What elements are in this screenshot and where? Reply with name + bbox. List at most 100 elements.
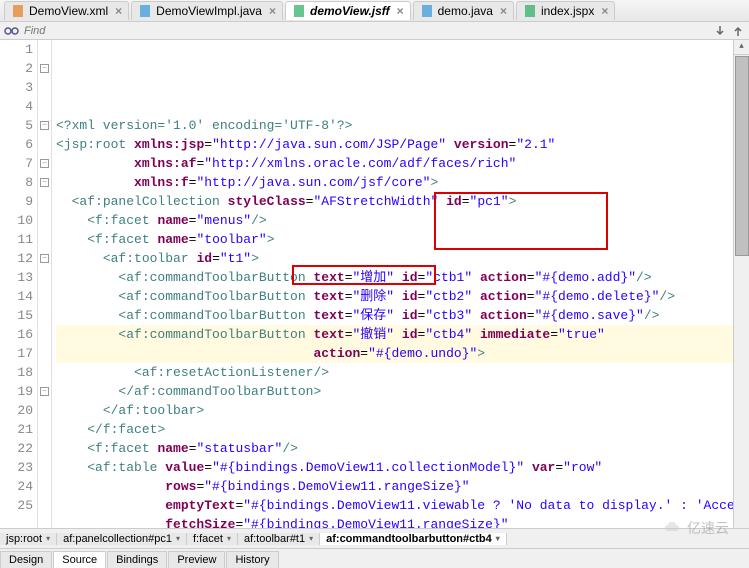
code-line[interactable]: <af:resetActionListener/> <box>56 363 749 382</box>
code-line[interactable]: xmlns:af="http://xmlns.oracle.com/adf/fa… <box>56 154 749 173</box>
fold-cell <box>38 477 51 496</box>
find-input[interactable] <box>24 25 709 37</box>
fold-cell <box>38 268 51 287</box>
breadcrumb-item[interactable]: af:panelcollection#pc1 <box>57 533 187 545</box>
fold-cell <box>38 439 51 458</box>
close-icon[interactable]: × <box>397 4 404 18</box>
tab-DemoView-xml[interactable]: DemoView.xml × <box>4 1 129 20</box>
close-icon[interactable]: × <box>601 4 608 18</box>
code-line[interactable]: </f:facet> <box>56 420 749 439</box>
code-line[interactable]: </af:toolbar> <box>56 401 749 420</box>
fold-cell <box>38 78 51 97</box>
breadcrumb-item[interactable]: f:facet <box>187 533 238 545</box>
scroll-up-icon[interactable]: ▴ <box>734 40 749 55</box>
view-tab-preview[interactable]: Preview <box>168 551 225 568</box>
code-line[interactable]: <af:panelCollection styleClass="AFStretc… <box>56 192 749 211</box>
view-tabs: DesignSourceBindingsPreviewHistory <box>0 548 749 568</box>
tab-DemoViewImpl-java[interactable]: DemoViewImpl.java × <box>131 1 283 20</box>
fold-cell <box>38 192 51 211</box>
breadcrumb-item[interactable]: af:commandtoolbarbutton#ctb4 <box>320 533 507 545</box>
code-line[interactable]: <jsp:root xmlns:jsp="http://java.sun.com… <box>56 135 749 154</box>
fold-cell[interactable]: − <box>38 249 51 268</box>
fold-minus-icon[interactable]: − <box>40 254 49 263</box>
tab-label: DemoViewImpl.java <box>156 4 262 18</box>
fold-cell <box>38 496 51 515</box>
find-icon[interactable] <box>4 24 20 38</box>
view-tab-source[interactable]: Source <box>53 551 106 568</box>
tab-label: demoView.jsff <box>310 4 390 18</box>
code-line[interactable]: <?xml version='1.0' encoding='UTF-8'?> <box>56 116 749 135</box>
fold-cell <box>38 458 51 477</box>
fold-cell[interactable]: − <box>38 173 51 192</box>
jsp-file-icon <box>523 4 537 18</box>
line-number: 13 <box>0 268 33 287</box>
fold-minus-icon[interactable]: − <box>40 121 49 130</box>
view-tab-bindings[interactable]: Bindings <box>107 551 167 568</box>
line-number: 20 <box>0 401 33 420</box>
line-number: 11 <box>0 230 33 249</box>
code-line[interactable]: <af:commandToolbarButton text="撤销" id="c… <box>56 325 749 344</box>
view-tab-history[interactable]: History <box>226 551 278 568</box>
line-number: 16 <box>0 325 33 344</box>
fold-cell[interactable]: − <box>38 154 51 173</box>
line-number: 21 <box>0 420 33 439</box>
code-line[interactable]: <af:commandToolbarButton text="保存" id="c… <box>56 306 749 325</box>
scroll-thumb[interactable] <box>735 56 749 256</box>
cloud-icon <box>663 521 683 535</box>
breadcrumb-item[interactable]: jsp:root <box>0 533 57 545</box>
line-number: 24 <box>0 477 33 496</box>
line-number: 23 <box>0 458 33 477</box>
close-icon[interactable]: × <box>500 4 507 18</box>
line-number: 9 <box>0 192 33 211</box>
java-file-icon <box>420 4 434 18</box>
line-number: 15 <box>0 306 33 325</box>
fold-cell <box>38 135 51 154</box>
code-area[interactable]: <?xml version='1.0' encoding='UTF-8'?><j… <box>52 40 749 528</box>
code-line[interactable]: <af:toolbar id="t1"> <box>56 249 749 268</box>
tab-label: DemoView.xml <box>29 4 108 18</box>
line-number: 8 <box>0 173 33 192</box>
tab-demo-java[interactable]: demo.java × <box>413 1 514 20</box>
breadcrumb-bar: jsp:rootaf:panelcollection#pc1f:facetaf:… <box>0 528 749 548</box>
line-number: 4 <box>0 97 33 116</box>
fold-minus-icon[interactable]: − <box>40 159 49 168</box>
code-line[interactable]: rows="#{bindings.DemoView11.rangeSize}" <box>56 477 749 496</box>
code-line[interactable]: xmlns:f="http://java.sun.com/jsf/core"> <box>56 173 749 192</box>
xml-file-icon <box>11 4 25 18</box>
breadcrumb-item[interactable]: af:toolbar#t1 <box>238 533 320 545</box>
fold-cell[interactable]: − <box>38 116 51 135</box>
fold-minus-icon[interactable]: − <box>40 64 49 73</box>
tab-demoView-jsff[interactable]: demoView.jsff × <box>285 1 411 20</box>
fold-gutter[interactable]: − − − − − − <box>38 40 52 528</box>
find-up-icon[interactable] <box>731 24 745 38</box>
fold-minus-icon[interactable]: − <box>40 387 49 396</box>
tab-label: demo.java <box>438 4 493 18</box>
fold-cell[interactable]: − <box>38 382 51 401</box>
fold-cell <box>38 401 51 420</box>
vertical-scrollbar[interactable]: ▴ <box>733 40 749 528</box>
code-line[interactable]: <f:facet name="statusbar"/> <box>56 439 749 458</box>
fold-cell <box>38 97 51 116</box>
code-line[interactable]: <af:commandToolbarButton text="删除" id="c… <box>56 287 749 306</box>
code-editor[interactable]: 1234567891011121314151617181920212223242… <box>0 40 749 528</box>
code-line[interactable]: <f:facet name="toolbar"> <box>56 230 749 249</box>
fold-minus-icon[interactable]: − <box>40 178 49 187</box>
fold-cell[interactable]: − <box>38 59 51 78</box>
code-line[interactable]: </af:commandToolbarButton> <box>56 382 749 401</box>
tab-index-jspx[interactable]: index.jspx× <box>516 1 615 20</box>
code-line[interactable]: <af:table value="#{bindings.DemoView11.c… <box>56 458 749 477</box>
code-line[interactable]: emptyText="#{bindings.DemoView11.viewabl… <box>56 496 749 515</box>
fold-cell <box>38 325 51 344</box>
view-tab-design[interactable]: Design <box>0 551 52 568</box>
find-down-icon[interactable] <box>713 24 727 38</box>
line-number: 7 <box>0 154 33 173</box>
code-line[interactable]: <f:facet name="menus"/> <box>56 211 749 230</box>
line-number: 18 <box>0 363 33 382</box>
code-line[interactable]: <af:commandToolbarButton text="增加" id="c… <box>56 268 749 287</box>
close-icon[interactable]: × <box>115 4 122 18</box>
close-icon[interactable]: × <box>269 4 276 18</box>
code-line[interactable]: fetchSize="#{bindings.DemoView11.rangeSi… <box>56 515 749 528</box>
line-number: 6 <box>0 135 33 154</box>
code-line[interactable]: action="#{demo.undo}"> <box>56 344 749 363</box>
fold-cell <box>38 306 51 325</box>
